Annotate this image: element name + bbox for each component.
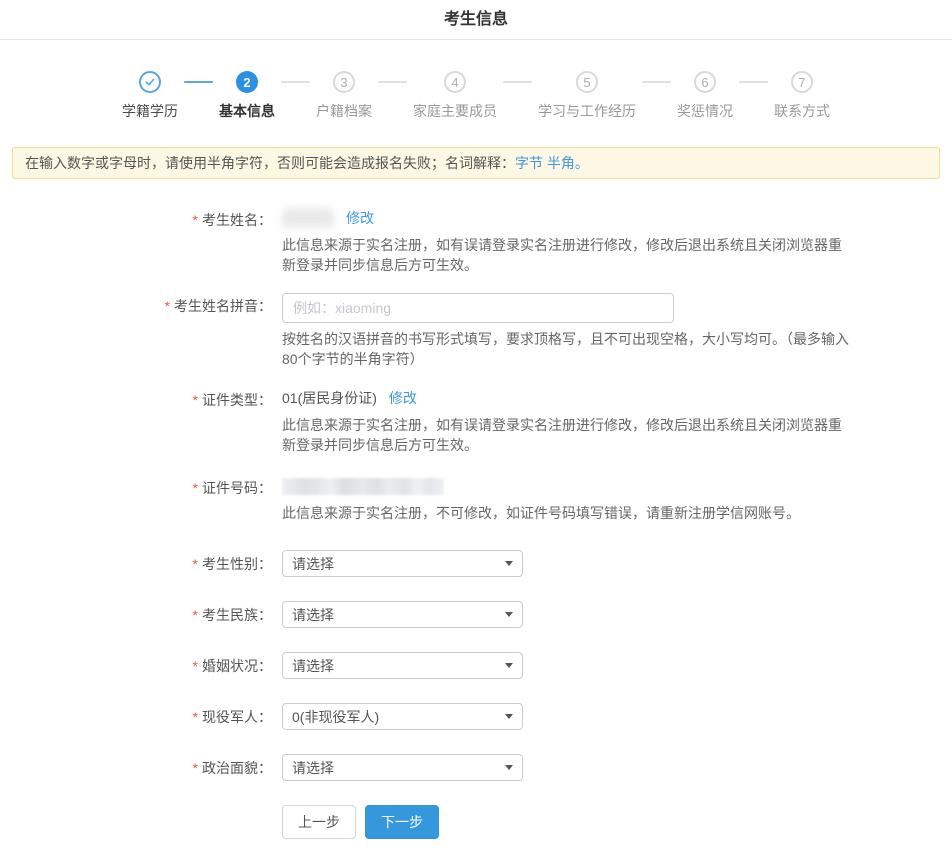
step-contact-info[interactable]: 7 联系方式	[774, 71, 830, 121]
notice-suffix: 。	[575, 155, 589, 171]
step-basic-info[interactable]: 2 基本信息	[219, 71, 275, 121]
step-family-members[interactable]: 4 家庭主要成员	[413, 71, 497, 121]
step1-label: 学籍学历	[122, 101, 178, 121]
gender-label: 考生性别：	[202, 556, 272, 572]
page-header: 考生信息	[0, 0, 952, 40]
step5-label: 学习与工作经历	[538, 101, 636, 121]
candidate-name-redacted	[282, 208, 334, 228]
id-type-label: 证件类型：	[202, 392, 272, 408]
halfwidth-notice-bar: 在输入数字或字母时，请使用半角字符，否则可能会造成报名失败；名词解释：字节 半角…	[12, 147, 940, 179]
military-service-select-value: 0(非现役军人)	[292, 707, 379, 727]
step-connector	[281, 81, 310, 83]
field-marital-status: *婚姻状况： 请选择	[0, 652, 952, 679]
previous-step-button[interactable]: 上一步	[282, 805, 356, 839]
ethnicity-select-value: 请选择	[292, 605, 334, 625]
military-service-select[interactable]: 0(非现役军人)	[282, 703, 523, 730]
caret-down-icon	[505, 714, 513, 719]
name-pinyin-input[interactable]	[282, 293, 674, 323]
page-title: 考生信息	[444, 11, 508, 28]
marital-status-select[interactable]: 请选择	[282, 652, 523, 679]
name-pinyin-help: 按姓名的汉语拼音的书写形式填写，要求顶格写，且不可出现空格，大小写均可。（最多输…	[282, 329, 854, 369]
ethnicity-select[interactable]: 请选择	[282, 601, 523, 628]
political-status-select-value: 请选择	[292, 758, 334, 778]
step6-label: 奖惩情况	[677, 101, 733, 121]
caret-down-icon	[505, 765, 513, 770]
field-id-number: *证件号码： 此信息来源于实名注册，不可修改，如证件号码填写错误，请重新注册学信…	[0, 475, 952, 523]
field-political-status: *政治面貌： 请选择	[0, 754, 952, 781]
id-number-redacted	[282, 478, 444, 495]
caret-down-icon	[505, 663, 513, 668]
step1-circle	[139, 71, 161, 93]
id-type-value: 01(居民身份证)	[282, 388, 377, 408]
marital-status-select-value: 请选择	[292, 656, 334, 676]
caret-down-icon	[505, 561, 513, 566]
byte-glossary-link[interactable]: 字节	[515, 155, 543, 171]
step-connector	[739, 81, 768, 83]
candidate-name-label: 考生姓名：	[202, 212, 272, 228]
id-number-label: 证件号码：	[202, 480, 272, 496]
candidate-info-form: *考生姓名： 修改 此信息来源于实名注册，如有误请登录实名注册进行修改，修改后退…	[0, 207, 952, 839]
required-asterisk: *	[193, 392, 198, 408]
step5-circle: 5	[576, 71, 598, 93]
required-asterisk: *	[193, 607, 198, 623]
field-military-service: *现役军人： 0(非现役军人)	[0, 703, 952, 730]
required-asterisk: *	[193, 658, 198, 674]
id-number-help: 此信息来源于实名注册，不可修改，如证件号码填写错误，请重新注册学信网账号。	[282, 503, 800, 523]
step-connector	[642, 81, 671, 83]
name-pinyin-label: 考生姓名拼音：	[174, 298, 272, 314]
candidate-name-help: 此信息来源于实名注册，如有误请登录实名注册进行修改，修改后退出系统且关闭浏览器重…	[282, 235, 854, 275]
step3-label: 户籍档案	[316, 101, 372, 121]
step-household-file[interactable]: 3 户籍档案	[316, 71, 372, 121]
step-connector	[503, 81, 532, 83]
field-ethnicity: *考生民族： 请选择	[0, 601, 952, 628]
step6-circle: 6	[694, 71, 716, 93]
ethnicity-label: 考生民族：	[202, 607, 272, 623]
field-name-pinyin: *考生姓名拼音： 按姓名的汉语拼音的书写形式填写，要求顶格写，且不可出现空格，大…	[0, 293, 952, 369]
step2-label: 基本信息	[219, 101, 275, 121]
political-status-select[interactable]: 请选择	[282, 754, 523, 781]
step7-label: 联系方式	[774, 101, 830, 121]
required-asterisk: *	[193, 760, 198, 776]
step-study-work[interactable]: 5 学习与工作经历	[538, 71, 636, 121]
halfwidth-glossary-link[interactable]: 半角	[547, 155, 575, 171]
marital-status-label: 婚姻状况：	[202, 658, 272, 674]
required-asterisk: *	[193, 212, 198, 228]
gender-select-value: 请选择	[292, 554, 334, 574]
field-id-type: *证件类型： 01(居民身份证) 修改 此信息来源于实名注册，如有误请登录实名注…	[0, 387, 952, 455]
military-service-label: 现役军人：	[202, 709, 272, 725]
required-asterisk: *	[193, 709, 198, 725]
notice-text: 在输入数字或字母时，请使用半角字符，否则可能会造成报名失败；名词解释：	[25, 155, 515, 171]
next-step-button[interactable]: 下一步	[365, 805, 439, 839]
step-connector	[378, 81, 407, 83]
step7-circle: 7	[791, 71, 813, 93]
modify-id-type-link[interactable]: 修改	[389, 388, 417, 408]
field-gender: *考生性别： 请选择	[0, 550, 952, 577]
id-type-help: 此信息来源于实名注册，如有误请登录实名注册进行修改，修改后退出系统且关闭浏览器重…	[282, 415, 854, 455]
step3-circle: 3	[333, 71, 355, 93]
step-wizard: 学籍学历 2 基本信息 3 户籍档案 4 家庭主要成员 5 学习与工作经历 6 …	[122, 71, 830, 121]
required-asterisk: *	[193, 556, 198, 572]
gender-select[interactable]: 请选择	[282, 550, 523, 577]
required-asterisk: *	[165, 298, 170, 314]
step-rewards-punishments[interactable]: 6 奖惩情况	[677, 71, 733, 121]
field-candidate-name: *考生姓名： 修改 此信息来源于实名注册，如有误请登录实名注册进行修改，修改后退…	[0, 207, 952, 275]
step4-circle: 4	[444, 71, 466, 93]
modify-name-link[interactable]: 修改	[346, 208, 374, 228]
step-student-status[interactable]: 学籍学历	[122, 71, 178, 121]
form-actions: 上一步 下一步	[282, 805, 952, 839]
required-asterisk: *	[193, 480, 198, 496]
caret-down-icon	[505, 612, 513, 617]
step-connector	[184, 81, 213, 83]
step4-label: 家庭主要成员	[413, 101, 497, 121]
check-icon	[144, 76, 156, 88]
political-status-label: 政治面貌：	[202, 760, 272, 776]
step2-circle: 2	[236, 71, 258, 93]
